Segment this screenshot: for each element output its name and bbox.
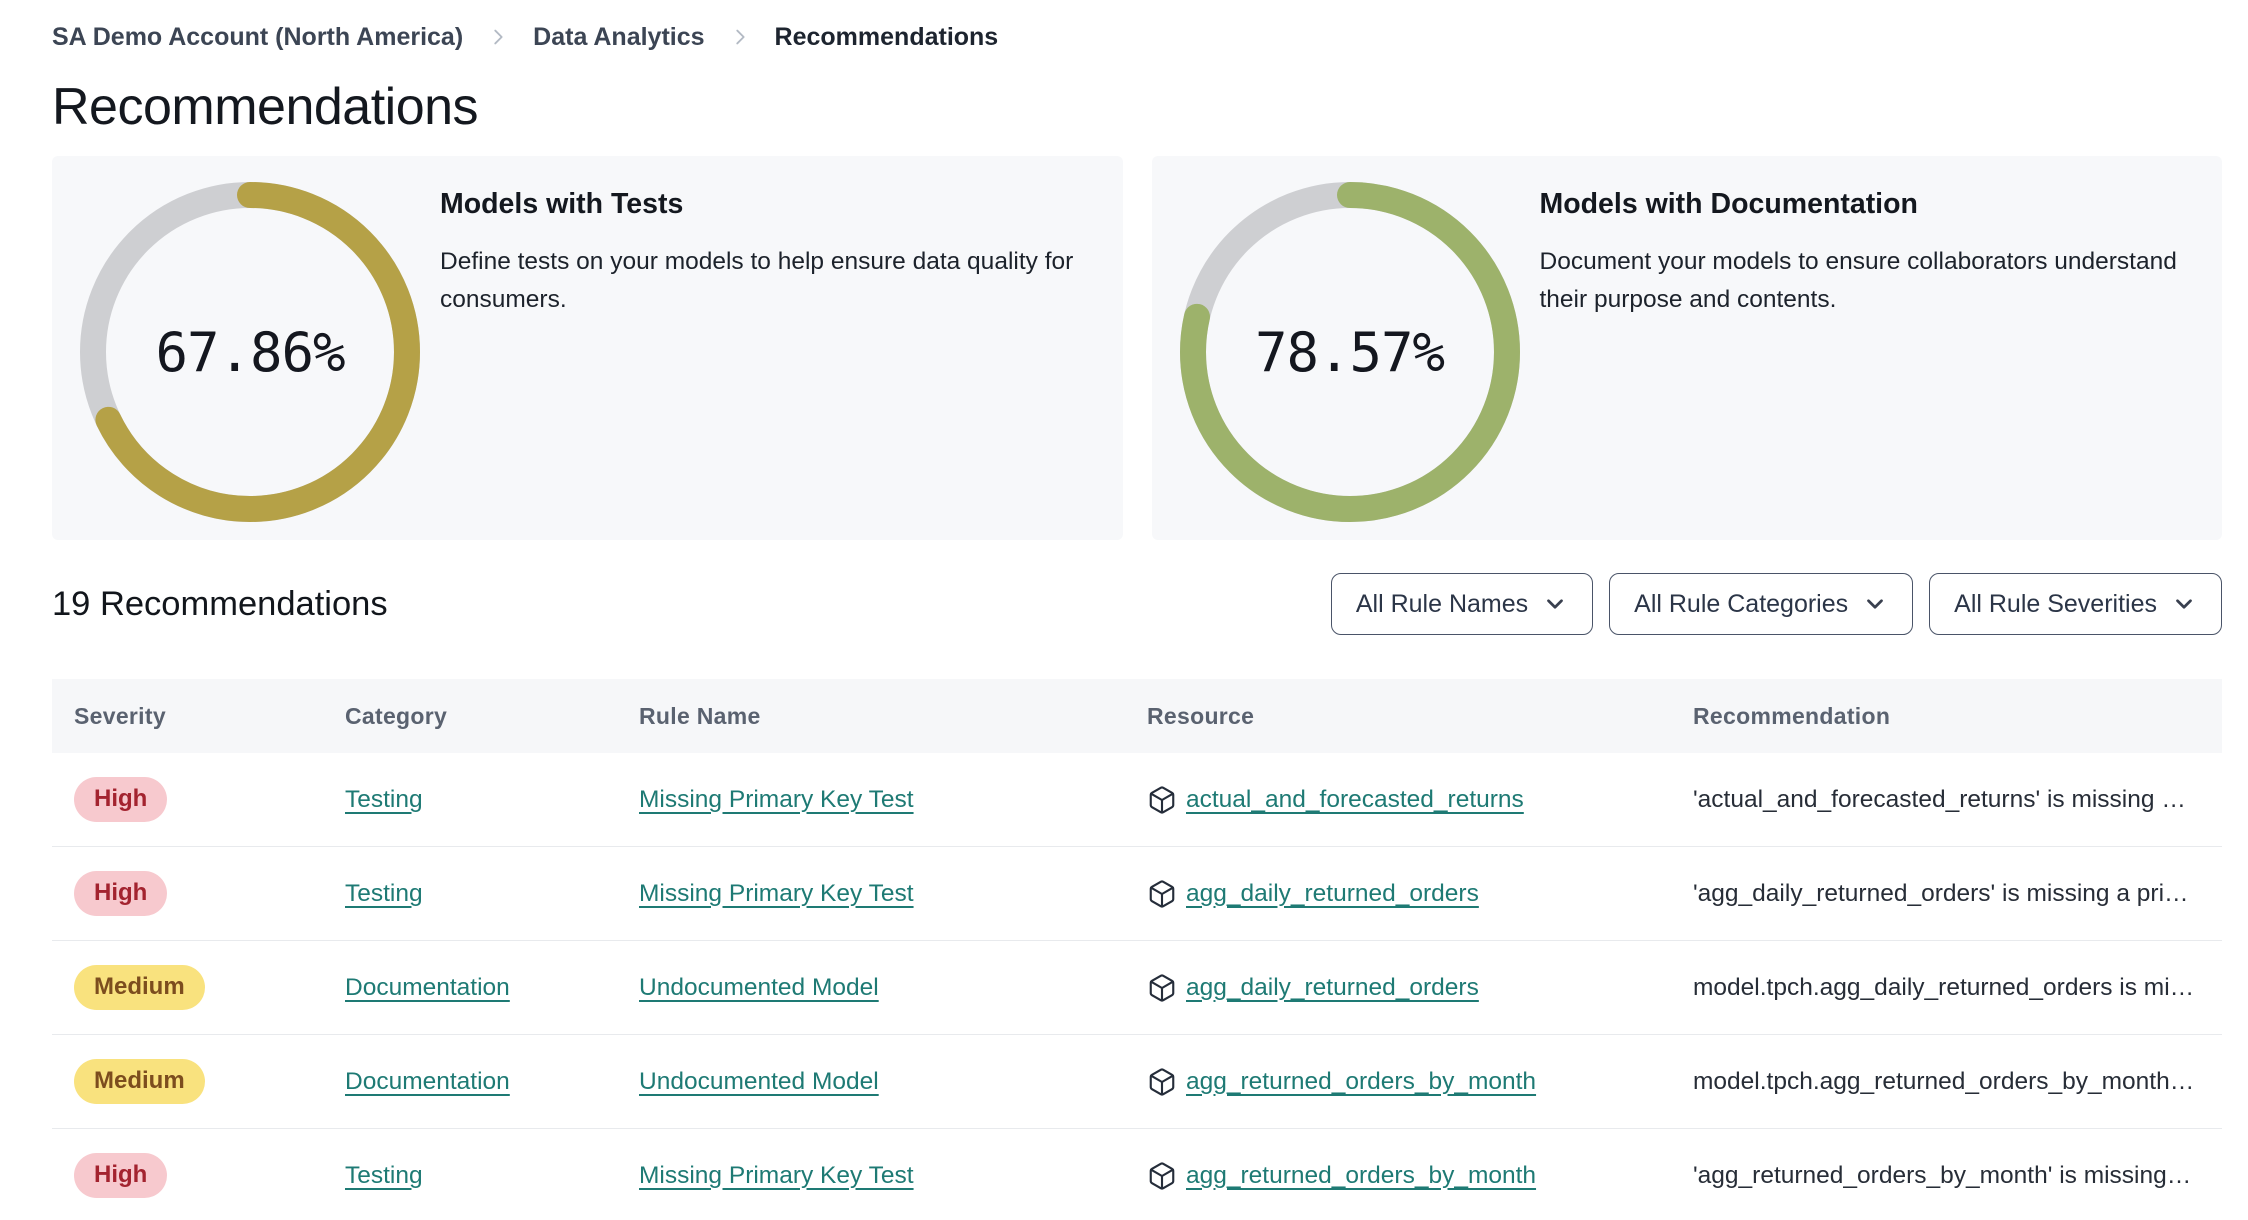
rule-name-link[interactable]: Missing Primary Key Test — [639, 786, 914, 813]
card-title-models-with-documentation: Models with Documentation — [1539, 188, 1918, 220]
breadcrumb-item-account[interactable]: SA Demo Account (North America) — [52, 23, 463, 52]
table-row: High Testing Missing Primary Key Test ag… — [52, 847, 2222, 941]
filter-label: All Rule Severities — [1954, 589, 2157, 618]
breadcrumb: SA Demo Account (North America) Data Ana… — [52, 20, 2222, 54]
table-row: High Testing Missing Primary Key Test ac… — [52, 753, 2222, 847]
page-title: Recommendations — [52, 78, 479, 136]
summary-cards: 67.86% Models with Tests Define tests on… — [52, 156, 2222, 540]
severity-badge: Medium — [74, 965, 205, 1010]
card-description: Document your models to ensure collabora… — [1539, 248, 2177, 313]
recommendation-text: 'agg_returned_orders_by_month' is missin… — [1693, 1161, 2198, 1189]
filter-label: All Rule Names — [1355, 589, 1529, 618]
cube-icon — [1149, 1161, 1175, 1190]
table-header-row: Severity Category Rule Name Resource Rec… — [52, 679, 2222, 753]
filter-rule-categories-dropdown[interactable]: All Rule Categories — [1609, 573, 1914, 635]
recommendation-text: model.tpch.agg_returned_orders_by_month … — [1693, 1067, 2198, 1095]
card-description: Define tests on your models to help ensu… — [440, 248, 1074, 313]
breadcrumb-item-data-analytics[interactable]: Data Analytics — [533, 23, 704, 52]
recommendation-text: 'actual_and_forecasted_returns' is missi… — [1693, 785, 2198, 813]
chevron-right-icon — [494, 29, 503, 45]
documentation-coverage-percent: 78.57% — [1254, 320, 1445, 384]
recommendations-count: 19 Recommendations — [52, 584, 388, 623]
severity-badge: High — [74, 777, 168, 822]
filter-bar: All Rule Names All Rule Categories All R… — [1330, 573, 2222, 635]
severity-badge: High — [74, 871, 168, 916]
column-header-resource: Resource — [1147, 702, 1255, 729]
rule-name-link[interactable]: Missing Primary Key Test — [639, 880, 914, 907]
recommendation-text: model.tpch.agg_daily_returned_orders is … — [1693, 973, 2198, 1001]
table-row: Medium Documentation Undocumented Model … — [52, 1035, 2222, 1129]
column-header-severity: Severity — [74, 702, 166, 729]
resource-link[interactable]: agg_daily_returned_orders — [1186, 974, 1479, 1002]
chevron-down-icon — [2176, 599, 2192, 609]
cube-icon — [1149, 1067, 1175, 1096]
category-link[interactable]: Testing — [345, 1162, 423, 1189]
card-title-models-with-tests: Models with Tests — [440, 188, 684, 220]
recommendations-table: Severity Category Rule Name Resource Rec… — [52, 679, 2222, 1220]
resource-link[interactable]: agg_returned_orders_by_month — [1186, 1162, 1536, 1190]
rule-name-link[interactable]: Undocumented Model — [639, 974, 879, 1001]
resource-link[interactable]: agg_returned_orders_by_month — [1186, 1068, 1536, 1096]
severity-badge: Medium — [74, 1059, 205, 1104]
documentation-coverage-donut-chart: 78.57% — [1179, 182, 1520, 522]
category-link[interactable]: Testing — [345, 880, 423, 907]
filter-label: All Rule Categories — [1634, 589, 1849, 618]
models-with-documentation-card: 78.57% Models with Documentation Documen… — [1151, 156, 2222, 540]
column-header-category: Category — [345, 702, 448, 729]
chevron-down-icon — [1867, 599, 1883, 609]
models-with-tests-card: 67.86% Models with Tests Define tests on… — [52, 156, 1123, 540]
category-link[interactable]: Documentation — [345, 974, 510, 1001]
resource-link[interactable]: actual_and_forecasted_returns — [1186, 786, 1524, 814]
recommendation-text: 'agg_daily_returned_orders' is missing a… — [1693, 879, 2198, 907]
chevron-down-icon — [1547, 599, 1563, 609]
cube-icon — [1149, 973, 1175, 1002]
recommendations-page: SA Demo Account (North America) Data Ana… — [0, 0, 2248, 1220]
resource-link[interactable]: agg_daily_returned_orders — [1186, 880, 1479, 908]
chevron-right-icon — [735, 29, 745, 45]
table-row: High Testing Missing Primary Key Test ag… — [52, 1129, 2222, 1220]
tests-coverage-percent: 67.86% — [155, 320, 345, 384]
column-header-recommendation: Recommendation — [1693, 702, 1891, 729]
rule-name-link[interactable]: Missing Primary Key Test — [639, 1162, 914, 1189]
tests-coverage-donut-chart: 67.86% — [80, 182, 420, 522]
rule-name-link[interactable]: Undocumented Model — [639, 1068, 879, 1095]
category-link[interactable]: Testing — [345, 786, 423, 813]
table-row: Medium Documentation Undocumented Model … — [52, 941, 2222, 1035]
filter-rule-names-dropdown[interactable]: All Rule Names — [1330, 573, 1594, 635]
breadcrumb-item-current: Recommendations — [774, 22, 999, 51]
filter-rule-severities-dropdown[interactable]: All Rule Severities — [1929, 573, 2222, 635]
cube-icon — [1149, 785, 1175, 814]
column-header-rule-name: Rule Name — [639, 702, 761, 729]
category-link[interactable]: Documentation — [345, 1068, 510, 1095]
severity-badge: High — [74, 1153, 168, 1198]
cube-icon — [1149, 879, 1175, 908]
list-header: 19 Recommendations All Rule Names All Ru… — [52, 573, 2222, 635]
